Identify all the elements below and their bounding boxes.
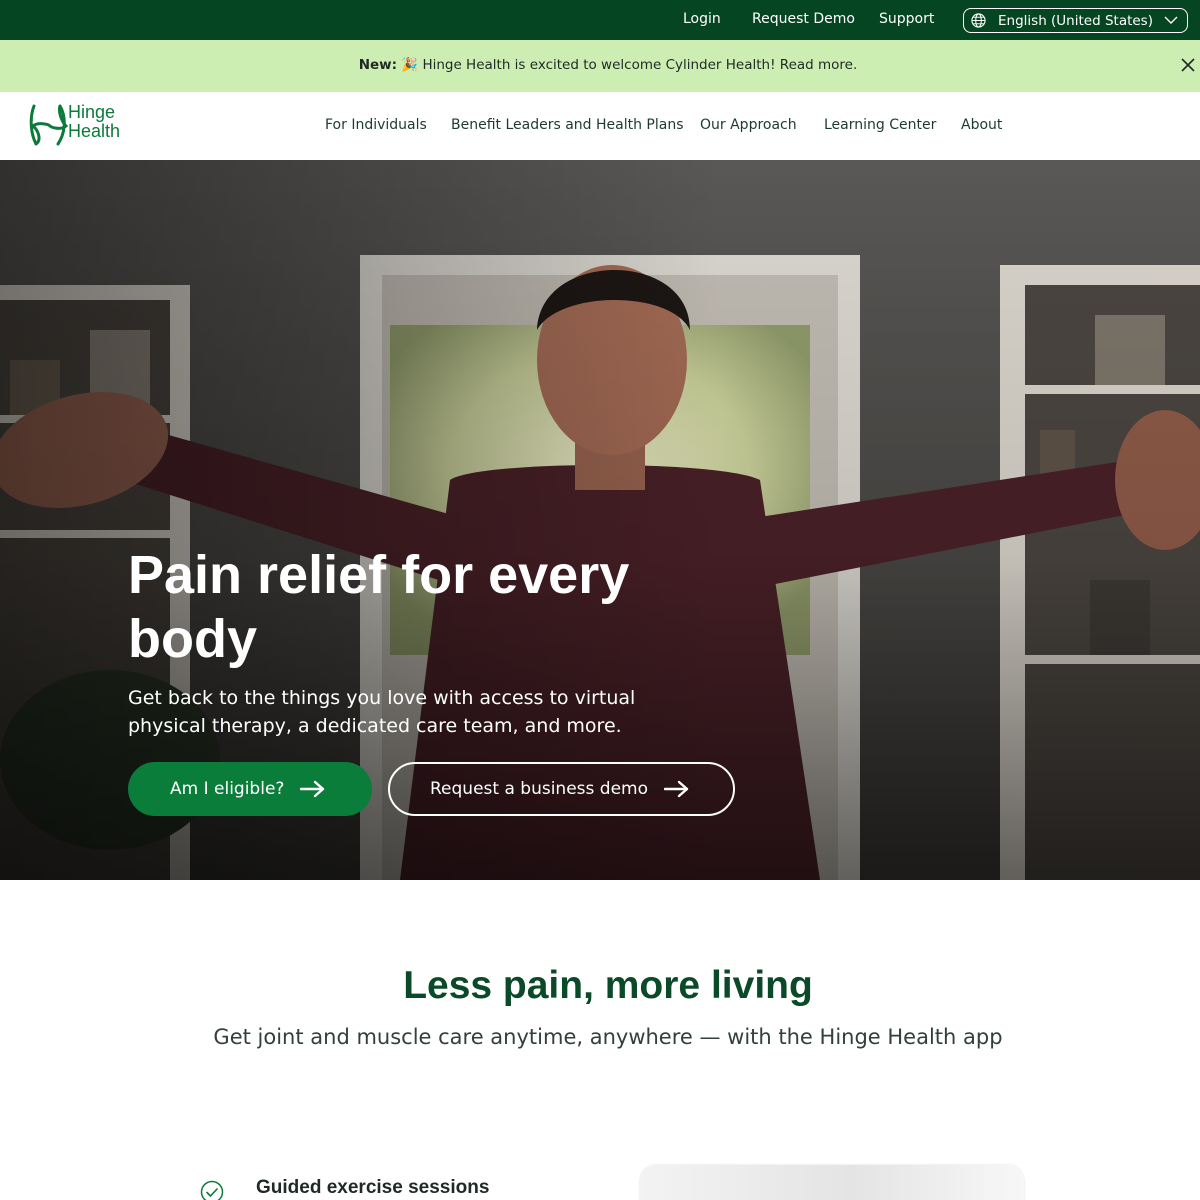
logo-wordmark: Hinge Health <box>68 103 120 141</box>
request-demo-link[interactable]: Request Demo <box>752 11 855 27</box>
main-nav: Hinge Health For Individuals Benefit Lea… <box>0 92 1200 160</box>
request-business-demo-label: Request a business demo <box>430 779 648 799</box>
logo-word-health: Health <box>68 121 121 141</box>
login-link[interactable]: Login <box>683 11 721 27</box>
announcement-message[interactable]: New: 🎉 Hinge Health is excited to welcom… <box>0 57 1200 73</box>
language-selector[interactable]: English (United States) <box>963 8 1188 33</box>
support-link[interactable]: Support <box>879 11 934 27</box>
logo-word-hinge: Hinge <box>68 102 116 122</box>
am-i-eligible-label: Am I eligible? <box>170 779 285 799</box>
hinge-health-logo[interactable]: Hinge Health <box>28 100 143 152</box>
announcement-text: Hinge Health is excited to welcome Cylin… <box>422 57 858 73</box>
am-i-eligible-button[interactable]: Am I eligible? <box>128 762 372 816</box>
hero-subtitle: Get back to the things you love with acc… <box>128 687 636 737</box>
hinge-logo-icon <box>29 104 68 146</box>
utility-bar: Login Request Demo Support English (Unit… <box>0 0 1200 40</box>
language-label: English (United States) <box>998 12 1153 29</box>
nav-about[interactable]: About <box>961 117 1002 133</box>
feature-title: Guided exercise sessions <box>256 1177 490 1198</box>
nav-our-approach[interactable]: Our Approach <box>700 117 797 133</box>
close-icon[interactable] <box>1180 57 1196 73</box>
hero-title: Pain relief for every body <box>128 545 630 669</box>
app-preview-card <box>640 1165 1024 1200</box>
arrow-right-icon <box>664 780 689 798</box>
arrow-right-icon <box>300 780 325 798</box>
announcement-prefix: New: <box>358 57 398 73</box>
announcement-bar: New: 🎉 Hinge Health is excited to welcom… <box>0 40 1200 92</box>
chevron-down-icon <box>1164 16 1178 24</box>
section-title: Less pain, more living <box>403 964 813 1007</box>
request-business-demo-button[interactable]: Request a business demo <box>388 762 735 816</box>
globe-icon <box>971 13 986 28</box>
nav-for-individuals[interactable]: For Individuals <box>325 117 427 133</box>
section-subtitle: Get joint and muscle care anytime, anywh… <box>213 1025 1003 1049</box>
check-circle-icon <box>200 1180 224 1200</box>
nav-benefit-leaders[interactable]: Benefit Leaders and Health Plans <box>451 117 684 133</box>
party-emoji: 🎉 <box>401 57 419 73</box>
nav-learning-center[interactable]: Learning Center <box>824 117 936 133</box>
